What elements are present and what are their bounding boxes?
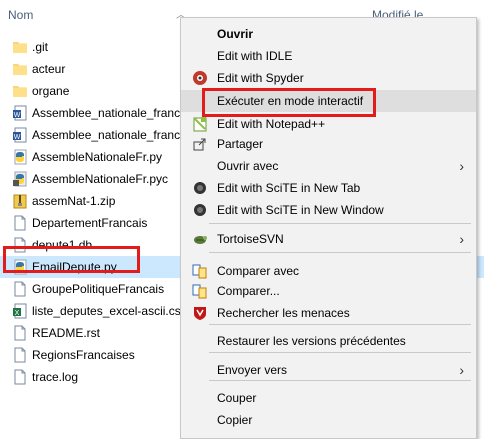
spyder-icon: [192, 70, 208, 86]
menu-item-label: Copier: [217, 413, 253, 427]
menu-item-rechercher-les-menaces[interactable]: Rechercher les menaces: [181, 302, 476, 324]
menu-item-partager[interactable]: Partager: [181, 133, 476, 155]
menu-item-label: Rechercher les menaces: [217, 306, 350, 320]
mcafee-icon: [192, 305, 208, 321]
menu-item-restaurer-les-versions-pr-c-dentes[interactable]: Restaurer les versions précédentes: [181, 330, 476, 352]
scite-icon: [192, 180, 208, 196]
file-name: RegionsFrancaises: [32, 348, 135, 362]
compare-icon: [192, 283, 208, 299]
menu-item-label: Comparer avec: [217, 264, 300, 278]
tortoisesvn-icon: [192, 231, 208, 247]
file-name: .git: [32, 40, 49, 54]
file-name: assemNat-1.zip: [32, 194, 116, 208]
file-icon: [12, 325, 26, 341]
file-name: Assemblee_nationale_francai: [32, 106, 190, 120]
folder-icon: [12, 83, 27, 99]
file-name: liste_deputes_excel-ascii.csv: [32, 304, 187, 318]
menu-item-ouvrir[interactable]: Ouvrir: [181, 23, 476, 45]
menu-item-label: Ouvrir avec: [217, 159, 279, 173]
file-name: AssembleNationaleFr.pyc: [32, 172, 169, 186]
word-doc-icon: W: [12, 127, 27, 143]
folder-icon: [12, 39, 27, 55]
scite-icon: [192, 202, 208, 218]
menu-item-label: TortoiseSVN: [217, 232, 284, 246]
file-icon: [12, 347, 26, 363]
python-file-icon: [12, 149, 27, 165]
notepadpp-icon: [192, 116, 208, 132]
menu-item-label: Couper: [217, 391, 257, 405]
name-column-header[interactable]: Nom: [8, 8, 33, 22]
svg-text:X: X: [15, 310, 20, 317]
zip-icon: [12, 193, 27, 209]
compare-icon: [192, 263, 208, 279]
menu-item-label: Ouvrir: [217, 27, 254, 41]
menu-item-label: Edit with Spyder: [217, 71, 304, 85]
menu-item-label: Restaurer les versions précédentes: [217, 334, 406, 348]
svg-text:W: W: [14, 134, 21, 141]
file-icon: [12, 281, 26, 297]
menu-separator: [209, 352, 471, 353]
menu-item-label: Comparer...: [217, 284, 280, 298]
menu-item-label: Envoyer vers: [217, 363, 288, 377]
menu-item-edit-with-idle[interactable]: Edit with IDLE: [181, 45, 476, 67]
menu-item-tortoisesvn[interactable]: TortoiseSVN ›: [181, 228, 476, 250]
selected-file-highlight: [3, 246, 140, 273]
file-name: organe: [32, 84, 70, 98]
menu-item-ouvrir-avec[interactable]: Ouvrir avec ›: [181, 155, 476, 177]
share-icon: [192, 136, 208, 152]
menu-item-couper[interactable]: Couper: [181, 387, 476, 409]
folder-icon: [12, 61, 27, 77]
menu-item-label: Edit with Notepad++: [217, 117, 326, 131]
context-menu: Ouvrir Edit with IDLE Edit with Spyder Exéc…: [180, 17, 477, 439]
file-name: DepartementFrancais: [32, 216, 148, 230]
python-compiled-icon: [12, 171, 27, 187]
menu-item-edit-with-spyder[interactable]: Edit with Spyder: [181, 67, 476, 89]
file-explorer: Nom ︿ Modifié le .git acteur organe W Assemb…: [0, 0, 484, 439]
menu-item-label: Partager: [217, 137, 264, 151]
svg-text:W: W: [14, 112, 21, 119]
excel-csv-icon: X: [12, 303, 27, 319]
chevron-right-icon: ›: [459, 362, 464, 378]
menu-item-label: Edit with IDLE: [217, 49, 293, 63]
menu-item-edit-with-scite-in-new-window[interactable]: Edit with SciTE in New Window: [181, 199, 476, 221]
menu-separator: [209, 223, 471, 224]
menu-item-comparer[interactable]: Comparer...: [181, 280, 476, 302]
file-icon: [12, 215, 26, 231]
file-name: README.rst: [32, 326, 101, 340]
word-doc-icon: W: [12, 105, 27, 121]
menu-item-edit-with-scite-in-new-tab[interactable]: Edit with SciTE in New Tab: [181, 177, 476, 199]
menu-item-label: Edit with SciTE in New Window: [217, 203, 384, 217]
menu-item-label: Edit with SciTE in New Tab: [217, 181, 361, 195]
menu-item-copier[interactable]: Copier: [181, 409, 476, 431]
chevron-right-icon: ›: [459, 158, 464, 174]
file-name: Assemblee_nationale_francai: [32, 128, 190, 142]
menu-item-highlight: [202, 88, 376, 117]
file-name: trace.log: [32, 370, 79, 384]
file-name: acteur: [32, 62, 66, 76]
file-icon: [12, 369, 26, 385]
menu-item-comparer-avec[interactable]: Comparer avec: [181, 260, 476, 282]
menu-separator: [209, 252, 471, 253]
chevron-right-icon: ›: [459, 231, 464, 247]
menu-separator: [209, 324, 471, 325]
file-name: AssembleNationaleFr.py: [32, 150, 163, 164]
menu-item-envoyer-vers[interactable]: Envoyer vers ›: [181, 359, 476, 381]
file-name: GroupePolitiqueFrancais: [32, 282, 165, 296]
